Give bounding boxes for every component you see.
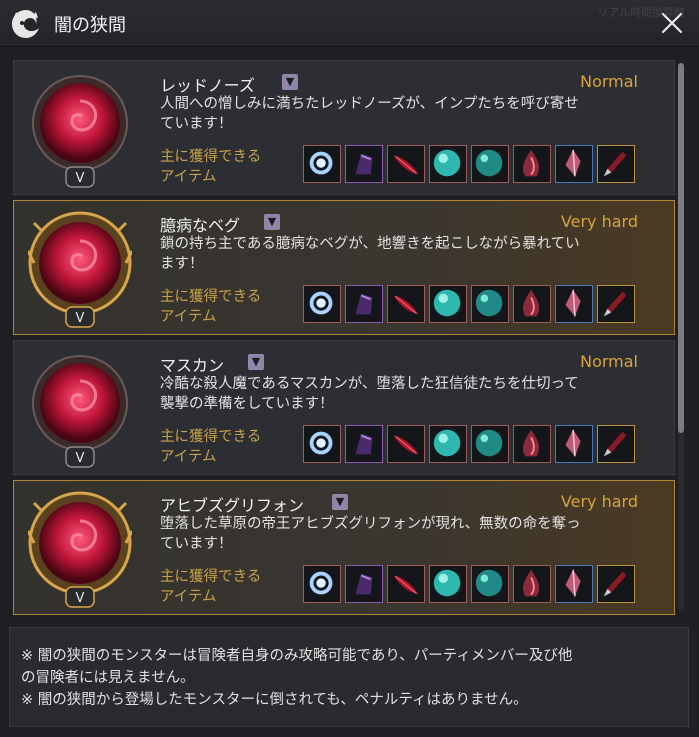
close-icon[interactable] xyxy=(659,10,685,36)
boss-emblem-icon: V xyxy=(32,355,128,468)
crystal-item-icon[interactable] xyxy=(555,425,593,463)
reward-items xyxy=(303,565,635,605)
crystal-item-icon[interactable] xyxy=(555,565,593,603)
items-label: 主に獲得できる アイテム xyxy=(160,569,262,605)
feather-item-icon[interactable] xyxy=(387,425,425,463)
dagger-item-icon[interactable] xyxy=(597,565,635,603)
boss-emblem-icon: V xyxy=(32,75,128,188)
svg-text:V: V xyxy=(76,591,85,606)
reward-items xyxy=(303,285,635,325)
dungeon-card-ahibs-griffon[interactable]: V アヒブズグリフォン ▼ Very hard 堕落した草原の帝王アヒブズグリフ… xyxy=(13,480,675,615)
crystal-item-icon[interactable] xyxy=(555,145,593,183)
boss-description: 堕落した草原の帝王アヒブズグリフォンが現れ、無数の命を奪っ ています！ xyxy=(160,516,581,552)
svg-text:V: V xyxy=(76,451,85,466)
ring-item-icon[interactable] xyxy=(303,425,341,463)
boss-description: 人間への憎しみに満ちたレッドノーズが、インプたちを呼び寄せ ています！ xyxy=(160,96,579,132)
difficulty-label: Very hard xyxy=(560,212,638,231)
notice-line: の冒険者には見えません。 xyxy=(21,670,195,686)
gauntlet-item-icon[interactable] xyxy=(345,565,383,603)
flame-item-icon[interactable] xyxy=(513,285,551,323)
ring-item-icon[interactable] xyxy=(303,285,341,323)
gauntlet-item-icon[interactable] xyxy=(345,285,383,323)
crystal-item-icon[interactable] xyxy=(555,285,593,323)
boss-name: アヒブズグリフォン xyxy=(160,496,305,515)
boss-name: マスカン xyxy=(160,356,225,375)
teal-orb-item-icon[interactable] xyxy=(471,285,509,323)
notice-box: ※ 闇の狭間のモンスターは冒険者自身のみ攻略可能であり、パーティメンバー及び他 … xyxy=(9,627,689,727)
teal-orb-item-icon[interactable] xyxy=(471,565,509,603)
boss-description: 冷酷な殺人魔であるマスカンが、堕落した狂信徒たちを仕切って 襲撃の準備をしていま… xyxy=(160,376,579,412)
svg-text:V: V xyxy=(76,171,85,186)
boss-description: 鎖の持ち主である臆病なベグが、地響きを起こしながら暴れてい ます！ xyxy=(160,236,580,272)
scrollbar[interactable] xyxy=(678,63,684,611)
flame-item-icon[interactable] xyxy=(513,425,551,463)
cyan-orb-item-icon[interactable] xyxy=(429,425,467,463)
dungeon-card-cowardly-beg[interactable]: V 臆病なベグ ▼ Very hard 鎖の持ち主である臆病なベグが、地響きを起… xyxy=(13,200,675,335)
items-label: 主に獲得できる アイテム xyxy=(160,149,262,185)
flame-item-icon[interactable] xyxy=(513,145,551,183)
teal-orb-item-icon[interactable] xyxy=(471,425,509,463)
difficulty-label: Normal xyxy=(580,72,638,91)
dagger-item-icon[interactable] xyxy=(597,285,635,323)
notice-line: ※ 闇の狭間から登場したモンスターに倒されても、ペナルティはありません。 xyxy=(21,692,528,708)
cyan-orb-item-icon[interactable] xyxy=(429,145,467,183)
svg-text:V: V xyxy=(76,311,85,326)
boss-emblem-hard-icon: V xyxy=(28,491,132,608)
cyan-orb-item-icon[interactable] xyxy=(429,285,467,323)
dungeon-card-red-nose[interactable]: V レッドノーズ ▼ Normal 人間への憎しみに満ちたレッドノーズが、インプ… xyxy=(13,60,675,195)
items-label: 主に獲得できる アイテム xyxy=(160,289,262,325)
dungeon-card-maskan[interactable]: V マスカン ▼ Normal 冷酷な殺人魔であるマスカンが、堕落した狂信徒たち… xyxy=(13,340,675,475)
items-label: 主に獲得できる アイテム xyxy=(160,429,262,465)
flame-item-icon[interactable] xyxy=(513,565,551,603)
window-title: 闇の狭間 xyxy=(54,15,126,36)
boss-emblem-hard-icon: V xyxy=(28,211,132,328)
chevron-down-icon[interactable]: ▼ xyxy=(332,494,348,510)
dagger-item-icon[interactable] xyxy=(597,425,635,463)
reward-items xyxy=(303,425,635,465)
title-bar: 闇の狭間 リアル時間換算時 xyxy=(0,0,699,47)
difficulty-label: Normal xyxy=(580,352,638,371)
gauntlet-item-icon[interactable] xyxy=(345,425,383,463)
notice-line: ※ 闇の狭間のモンスターは冒険者自身のみ攻略可能であり、パーティメンバー及び他 xyxy=(21,648,573,664)
cyan-orb-item-icon[interactable] xyxy=(429,565,467,603)
ring-item-icon[interactable] xyxy=(303,145,341,183)
dagger-item-icon[interactable] xyxy=(597,145,635,183)
dark-rift-logo-icon xyxy=(12,10,39,38)
reward-items xyxy=(303,145,635,185)
chevron-down-icon[interactable]: ▼ xyxy=(282,74,298,90)
gauntlet-item-icon[interactable] xyxy=(345,145,383,183)
ring-item-icon[interactable] xyxy=(303,565,341,603)
scrollbar-thumb[interactable] xyxy=(678,63,684,433)
feather-item-icon[interactable] xyxy=(387,145,425,183)
difficulty-label: Very hard xyxy=(560,492,638,511)
feather-item-icon[interactable] xyxy=(387,285,425,323)
boss-name: レッドノーズ xyxy=(160,76,255,95)
teal-orb-item-icon[interactable] xyxy=(471,145,509,183)
dungeon-list[interactable]: V レッドノーズ ▼ Normal 人間への憎しみに満ちたレッドノーズが、インプ… xyxy=(13,60,675,616)
boss-name: 臆病なベグ xyxy=(160,216,241,235)
chevron-down-icon[interactable]: ▼ xyxy=(264,214,280,230)
feather-item-icon[interactable] xyxy=(387,565,425,603)
chevron-down-icon[interactable]: ▼ xyxy=(248,354,264,370)
